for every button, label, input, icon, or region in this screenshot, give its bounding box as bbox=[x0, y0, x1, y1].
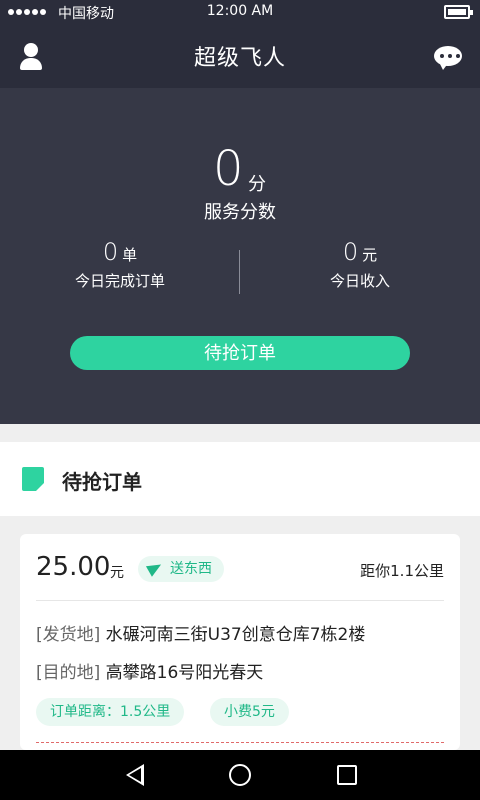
tip-chip: 小费5元 bbox=[210, 698, 289, 726]
pickup-address: 水碾河南三街U37创意仓库7栋2楼 bbox=[105, 625, 366, 645]
service-score-value: 0 bbox=[213, 141, 244, 197]
destination-address: 高攀路16号阳光春天 bbox=[105, 663, 264, 683]
today-orders-label: 今日完成订单 bbox=[74, 272, 165, 290]
recent-apps-icon[interactable] bbox=[337, 765, 357, 785]
order-card[interactable]: 25.00 元 送东西 距你1.1公里 [发货地] 水碾河南三街U37创意仓库7… bbox=[20, 534, 460, 750]
paper-plane-icon bbox=[145, 559, 165, 577]
distance-to-you: 距你1.1公里 bbox=[360, 562, 444, 580]
remark-row-edge bbox=[36, 742, 444, 750]
order-distance-chip: 订单距离：1.5公里 bbox=[36, 698, 185, 726]
home-icon[interactable] bbox=[229, 764, 251, 786]
card-divider bbox=[36, 600, 444, 601]
today-orders-value: 0 bbox=[102, 238, 119, 266]
back-icon[interactable] bbox=[124, 764, 144, 786]
status-bar: 中国移动 12:00 AM bbox=[0, 0, 480, 26]
order-type-label: 送东西 bbox=[170, 561, 212, 577]
note-icon bbox=[22, 467, 44, 491]
system-nav-bar bbox=[0, 750, 480, 800]
grab-orders-button[interactable]: 待抢订单 bbox=[70, 336, 410, 370]
message-icon[interactable] bbox=[434, 46, 462, 72]
destination-tag: [目的地] bbox=[36, 663, 101, 683]
order-price-unit: 元 bbox=[110, 565, 124, 581]
today-orders-unit: 单 bbox=[122, 246, 138, 264]
service-score-unit: 分 bbox=[248, 174, 266, 195]
today-income-label: 今日收入 bbox=[329, 272, 390, 290]
today-income-unit: 元 bbox=[362, 246, 378, 264]
section-title: 待抢订单 bbox=[62, 470, 142, 494]
status-time: 12:00 AM bbox=[206, 3, 274, 19]
page-title: 超级飞人 bbox=[193, 46, 286, 71]
pickup-tag: [发货地] bbox=[36, 625, 101, 645]
today-income-stat: 0元 今日收入 bbox=[240, 238, 480, 291]
pickup-address-row: [发货地] 水碾河南三街U37创意仓库7栋2楼 bbox=[36, 620, 365, 645]
pending-orders-header: 待抢订单 bbox=[0, 442, 480, 516]
top-nav-bar: 超级飞人 bbox=[0, 26, 480, 88]
stats-panel: 0 分 服务分数 0单 今日完成订单 0元 今日收入 待抢订单 bbox=[0, 88, 480, 424]
order-type-badge: 送东西 bbox=[138, 556, 224, 582]
order-price: 25.00 bbox=[36, 552, 111, 582]
destination-address-row: [目的地] 高攀路16号阳光春天 bbox=[36, 658, 263, 683]
today-orders-stat: 0单 今日完成订单 bbox=[0, 238, 240, 291]
battery-icon bbox=[444, 5, 473, 19]
today-income-value: 0 bbox=[342, 238, 359, 266]
service-score-label: 服务分数 bbox=[204, 202, 276, 223]
